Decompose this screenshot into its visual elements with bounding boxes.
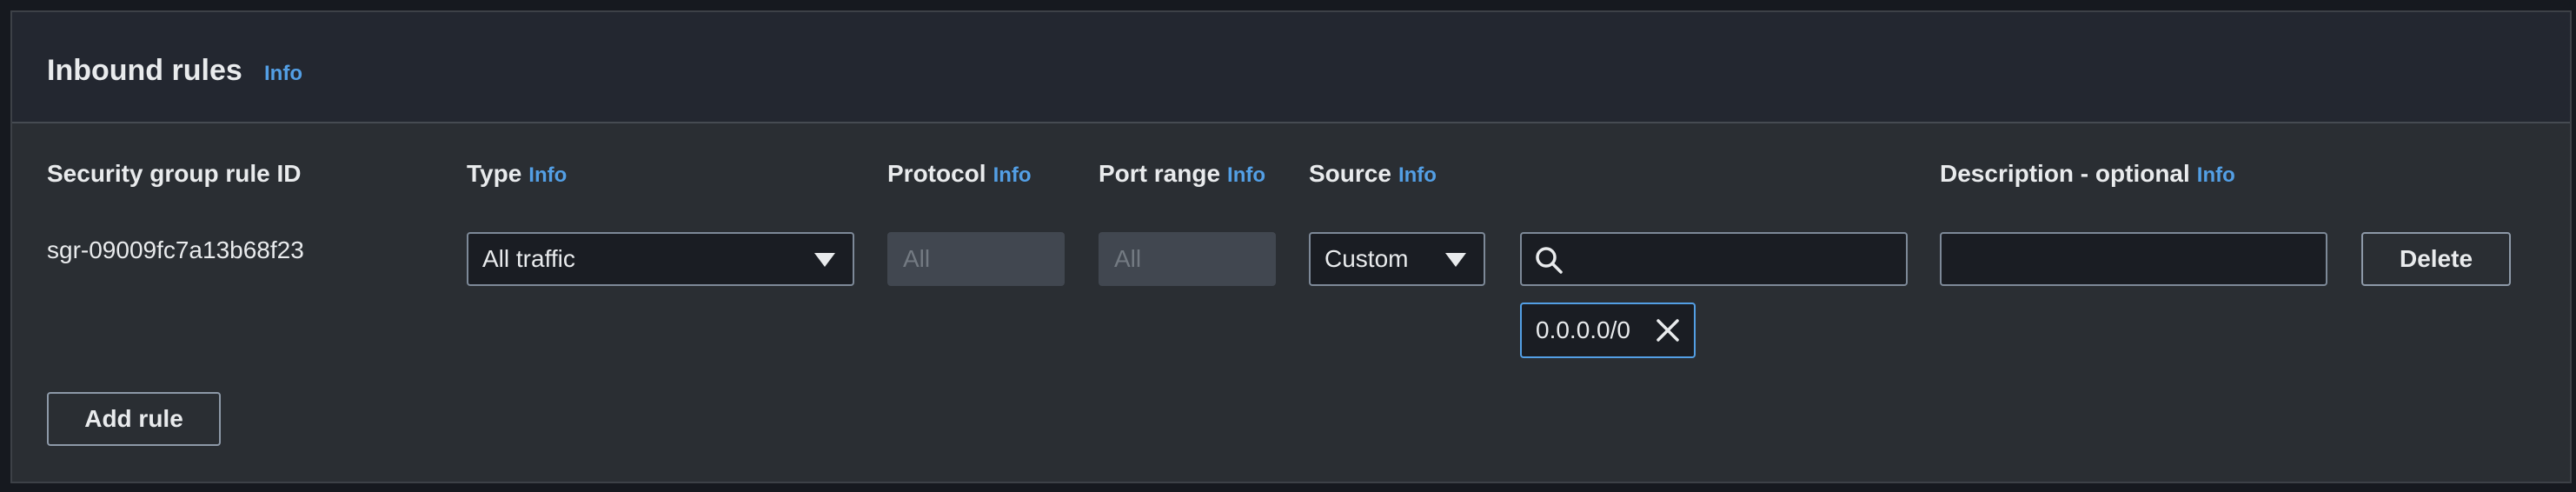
description-info-link[interactable]: Info — [2197, 163, 2235, 187]
column-header-label: Protocol — [887, 160, 986, 187]
port-range-input: All — [1099, 232, 1276, 286]
protocol-value: All — [903, 245, 931, 272]
column-header-protocol: Protocol Info — [887, 160, 1032, 188]
source-search-input[interactable] — [1520, 232, 1908, 286]
type-select[interactable]: All traffic — [467, 232, 854, 286]
port-range-info-link[interactable]: Info — [1227, 163, 1265, 187]
protocol-input: All — [887, 232, 1065, 286]
description-input[interactable] — [1940, 232, 2327, 286]
column-header-label: Port range — [1099, 160, 1221, 187]
column-header-source: Source Info — [1309, 160, 1437, 188]
column-header-label: Security group rule ID — [47, 160, 302, 187]
type-info-link[interactable]: Info — [528, 163, 567, 187]
inbound-rules-panel: Inbound rules Info Security group rule I… — [10, 10, 2572, 483]
column-header-port-range: Port range Info — [1099, 160, 1265, 188]
port-range-value: All — [1114, 245, 1142, 272]
panel-title: Inbound rules — [47, 54, 242, 87]
column-header-type: Type Info — [467, 160, 567, 188]
source-token-label: 0.0.0.0/0 — [1536, 316, 1630, 343]
protocol-info-link[interactable]: Info — [993, 163, 1032, 187]
chevron-down-icon — [1445, 253, 1466, 267]
source-type-select[interactable]: Custom — [1309, 232, 1485, 286]
column-header-label: Description - optional — [1940, 160, 2190, 187]
source-token: 0.0.0.0/0 — [1520, 303, 1696, 358]
type-select-value: All traffic — [482, 245, 575, 272]
column-header-label: Type — [467, 160, 522, 187]
column-header-rule-id: Security group rule ID — [47, 160, 302, 188]
close-icon[interactable] — [1654, 316, 1682, 344]
column-header-label: Source — [1309, 160, 1391, 187]
chevron-down-icon — [814, 253, 835, 267]
rule-id-value: sgr-09009fc7a13b68f23 — [47, 236, 304, 263]
delete-rule-button[interactable]: Delete — [2361, 232, 2511, 286]
source-info-link[interactable]: Info — [1398, 163, 1437, 187]
add-rule-button[interactable]: Add rule — [47, 392, 221, 446]
source-type-value: Custom — [1325, 245, 1409, 272]
column-header-description: Description - optional Info — [1940, 160, 2235, 188]
panel-header: Inbound rules Info — [12, 12, 2570, 123]
title-info-link[interactable]: Info — [264, 62, 302, 86]
search-icon — [1536, 247, 1563, 274]
